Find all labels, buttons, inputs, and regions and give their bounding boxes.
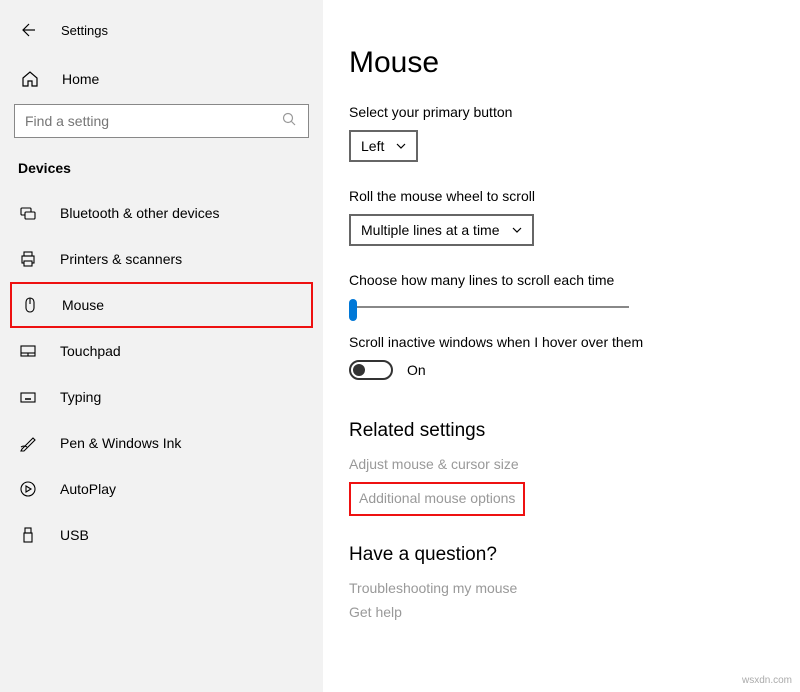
sidebar-item-label: USB bbox=[60, 527, 89, 543]
app-title: Settings bbox=[61, 23, 108, 38]
keyboard-icon bbox=[18, 388, 38, 406]
back-arrow-icon bbox=[19, 22, 35, 38]
chevron-down-icon bbox=[512, 222, 522, 238]
printer-icon bbox=[18, 250, 38, 268]
search-icon bbox=[282, 112, 298, 131]
link-additional-mouse-options[interactable]: Additional mouse options bbox=[359, 490, 515, 506]
search-box[interactable] bbox=[14, 104, 309, 138]
touchpad-icon bbox=[18, 342, 38, 360]
chevron-down-icon bbox=[396, 138, 406, 154]
sidebar-item-label: AutoPlay bbox=[60, 481, 116, 497]
sidebar-item-label: Pen & Windows Ink bbox=[60, 435, 181, 451]
link-get-help[interactable]: Get help bbox=[349, 600, 774, 624]
watermark: wsxdn.com bbox=[742, 675, 792, 686]
sidebar-item-usb[interactable]: USB bbox=[0, 512, 323, 558]
hover-scroll-label: Scroll inactive windows when I hover ove… bbox=[349, 334, 774, 350]
sidebar-item-typing[interactable]: Typing bbox=[0, 374, 323, 420]
primary-button-dropdown[interactable]: Left bbox=[349, 130, 418, 162]
autoplay-icon bbox=[18, 480, 38, 498]
sidebar-item-printers[interactable]: Printers & scanners bbox=[0, 236, 323, 282]
search-input[interactable] bbox=[25, 113, 282, 129]
sidebar-item-label: Printers & scanners bbox=[60, 251, 182, 267]
sidebar-item-mouse[interactable]: Mouse bbox=[10, 282, 313, 328]
slider-thumb[interactable] bbox=[349, 299, 357, 321]
sidebar-item-bluetooth[interactable]: Bluetooth & other devices bbox=[0, 190, 323, 236]
hover-scroll-state: On bbox=[407, 362, 426, 378]
lines-scroll-slider[interactable] bbox=[349, 306, 629, 308]
link-troubleshoot-mouse[interactable]: Troubleshooting my mouse bbox=[349, 576, 774, 600]
main-content: Mouse Select your primary button Left Ro… bbox=[323, 0, 800, 624]
hover-scroll-toggle[interactable] bbox=[349, 360, 393, 380]
usb-icon bbox=[18, 526, 38, 544]
scroll-wheel-dropdown[interactable]: Multiple lines at a time bbox=[349, 214, 534, 246]
sidebar-item-touchpad[interactable]: Touchpad bbox=[0, 328, 323, 374]
pen-icon bbox=[18, 434, 38, 452]
sidebar-item-label: Mouse bbox=[62, 297, 104, 313]
link-adjust-cursor[interactable]: Adjust mouse & cursor size bbox=[349, 452, 774, 476]
question-title: Have a question? bbox=[349, 544, 774, 566]
sidebar-item-autoplay[interactable]: AutoPlay bbox=[0, 466, 323, 512]
sidebar-item-label: Typing bbox=[60, 389, 101, 405]
sidebar-item-home[interactable]: Home bbox=[0, 60, 323, 98]
back-button[interactable] bbox=[15, 18, 39, 42]
link-additional-mouse-options-box: Additional mouse options bbox=[349, 482, 525, 516]
header: Settings bbox=[0, 12, 323, 60]
category-devices: Devices bbox=[0, 156, 323, 190]
primary-button-value: Left bbox=[361, 138, 384, 154]
lines-scroll-label: Choose how many lines to scroll each tim… bbox=[349, 272, 774, 288]
home-icon bbox=[20, 70, 40, 88]
sidebar: Settings Home Devices Bluetooth & other … bbox=[0, 0, 323, 692]
sidebar-item-label: Touchpad bbox=[60, 343, 121, 359]
sidebar-item-label: Bluetooth & other devices bbox=[60, 205, 220, 221]
related-settings-title: Related settings bbox=[349, 420, 774, 442]
sidebar-item-pen[interactable]: Pen & Windows Ink bbox=[0, 420, 323, 466]
scroll-wheel-label: Roll the mouse wheel to scroll bbox=[349, 188, 774, 204]
scroll-wheel-value: Multiple lines at a time bbox=[361, 222, 500, 238]
primary-button-label: Select your primary button bbox=[349, 104, 774, 120]
page-title: Mouse bbox=[349, 46, 774, 80]
home-label: Home bbox=[62, 71, 99, 87]
mouse-icon bbox=[20, 296, 40, 314]
bluetooth-icon bbox=[18, 204, 38, 222]
